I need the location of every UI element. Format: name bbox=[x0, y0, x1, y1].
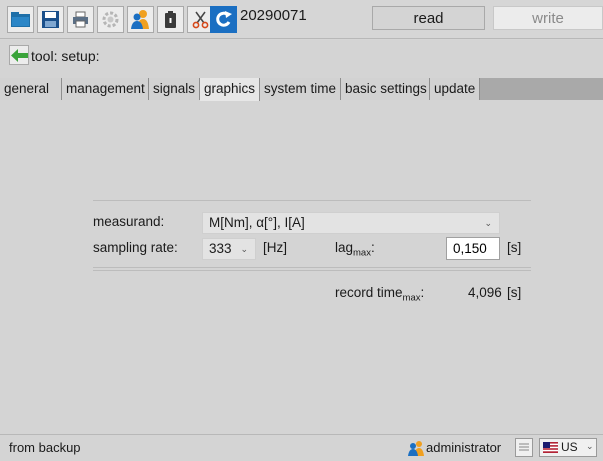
status-text: from backup bbox=[9, 440, 81, 455]
battery-icon[interactable] bbox=[157, 6, 184, 33]
print-icon[interactable] bbox=[67, 6, 94, 33]
sampling-unit: [Hz] bbox=[263, 240, 288, 255]
lag-max-label: lagmax: bbox=[335, 240, 375, 259]
tab-signals[interactable]: signals bbox=[149, 78, 200, 100]
record-time-max-label: record timemax: bbox=[335, 285, 425, 304]
chevron-down-icon: ⌄ bbox=[586, 441, 594, 451]
document-list-icon[interactable] bbox=[515, 438, 533, 457]
measurand-label: measurand: bbox=[93, 214, 165, 229]
chevron-down-icon: ⌄ bbox=[240, 244, 248, 254]
divider bbox=[93, 267, 531, 268]
chevron-down-icon: ⌄ bbox=[484, 218, 492, 228]
tab-graphics[interactable]: graphics bbox=[200, 78, 260, 101]
lag-unit: [s] bbox=[507, 240, 522, 255]
back-arrow-icon[interactable] bbox=[9, 45, 29, 65]
write-button[interactable]: write bbox=[493, 6, 603, 30]
measurand-value: M[Nm], α[°], I[A] bbox=[209, 215, 305, 230]
user-icon[interactable] bbox=[127, 6, 154, 33]
language-value: US bbox=[561, 440, 578, 454]
divider bbox=[93, 270, 531, 271]
tab-management[interactable]: management bbox=[62, 78, 149, 100]
sampling-rate-select[interactable]: 333 ⌄ bbox=[202, 238, 256, 260]
device-serial: 20290071 bbox=[240, 7, 307, 24]
tab-basic-settings[interactable]: basic settings bbox=[341, 78, 430, 100]
breadcrumb: tool: setup: bbox=[0, 40, 603, 72]
status-bar: from backup administrator US ⌄ bbox=[0, 434, 603, 460]
measurand-select[interactable]: M[Nm], α[°], I[A] ⌄ bbox=[202, 212, 500, 234]
tab-update[interactable]: update bbox=[430, 78, 480, 100]
gear-icon[interactable] bbox=[97, 6, 124, 33]
divider bbox=[93, 200, 531, 201]
tab-bar: general management signals graphics syst… bbox=[0, 78, 603, 101]
user-icon bbox=[408, 440, 425, 461]
breadcrumb-label: tool: setup: bbox=[31, 48, 100, 64]
user-name: administrator bbox=[426, 440, 502, 455]
read-button[interactable]: read bbox=[372, 6, 485, 30]
language-select[interactable]: US ⌄ bbox=[539, 438, 597, 457]
toolbar-divider bbox=[0, 38, 603, 39]
toolbar: 20290071 read write bbox=[0, 0, 603, 40]
us-flag-icon bbox=[543, 442, 558, 453]
save-icon[interactable] bbox=[37, 6, 64, 33]
tab-general[interactable]: general bbox=[0, 78, 62, 100]
lag-max-input[interactable] bbox=[446, 237, 500, 260]
refresh-icon[interactable] bbox=[210, 6, 237, 33]
sampling-rate-label: sampling rate: bbox=[93, 240, 178, 255]
open-folder-icon[interactable] bbox=[7, 6, 34, 33]
tab-system-time[interactable]: system time bbox=[260, 78, 341, 100]
record-time-value: 4,096 bbox=[468, 285, 502, 300]
sampling-rate-value: 333 bbox=[209, 241, 232, 256]
record-time-unit: [s] bbox=[507, 285, 522, 300]
